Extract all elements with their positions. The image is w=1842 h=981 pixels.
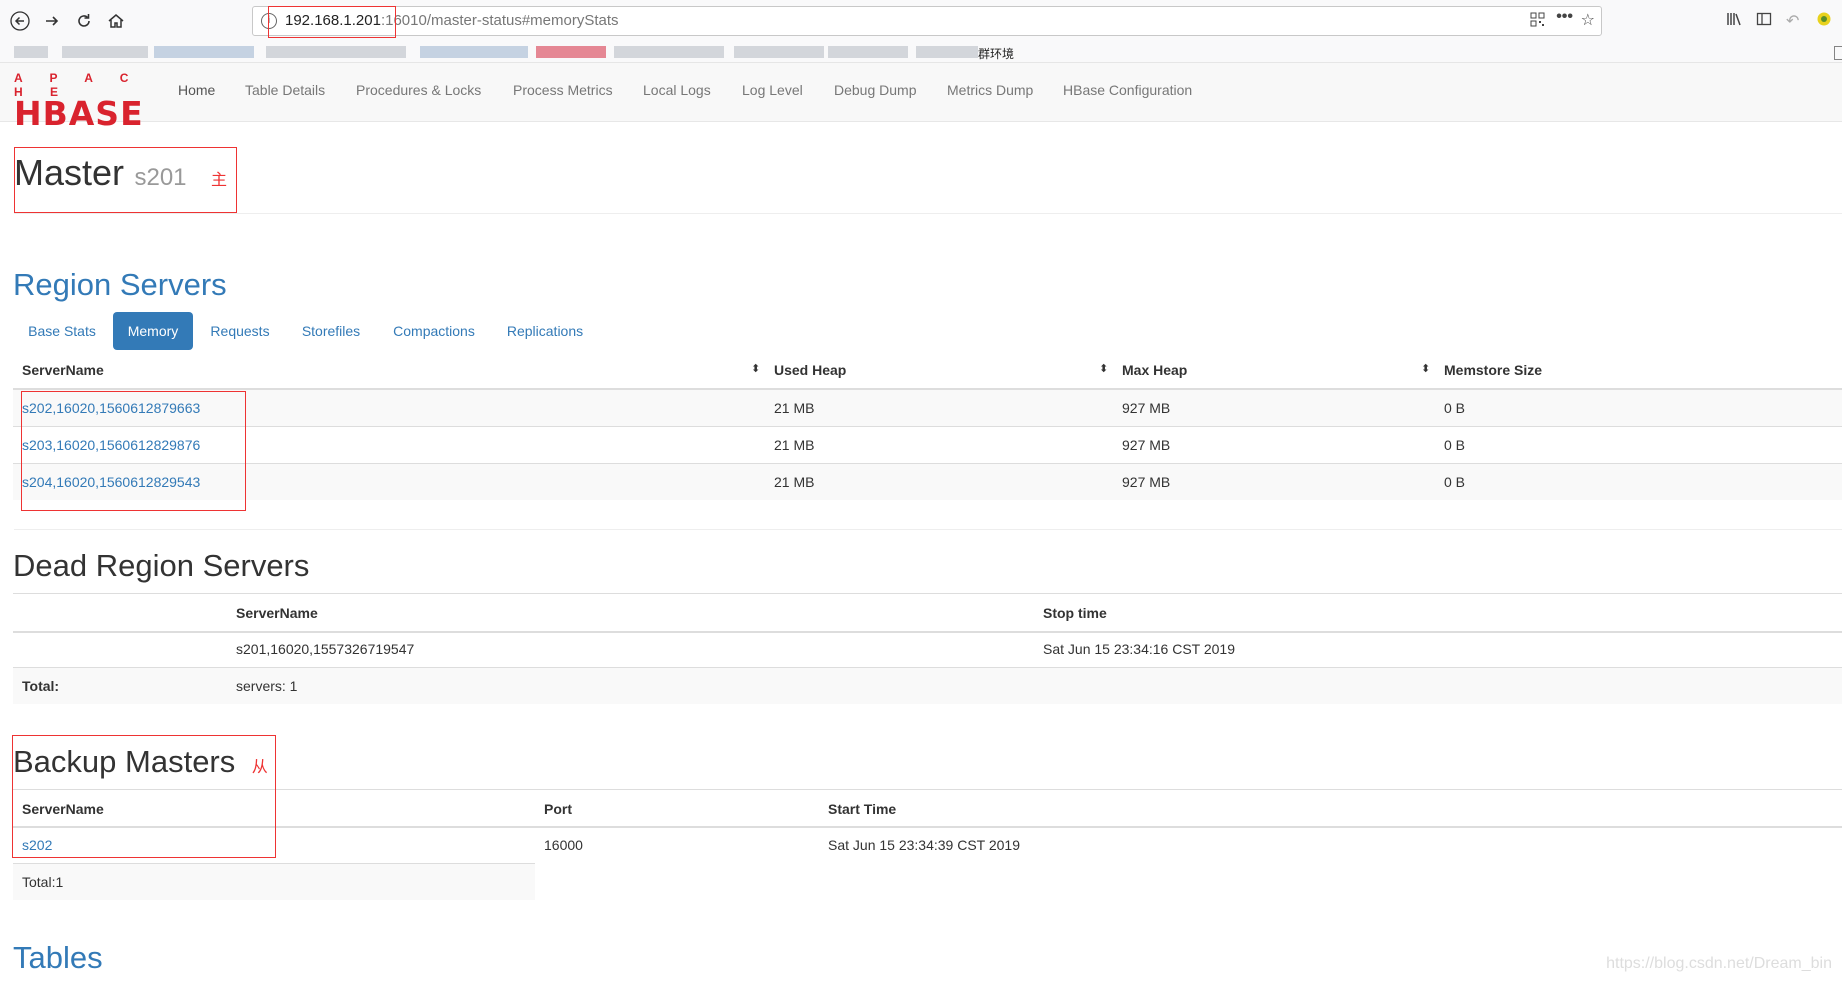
nav-debug-dump[interactable]: Debug Dump xyxy=(834,82,917,98)
library-icon[interactable] xyxy=(1726,11,1742,32)
max-heap-value: 927 MB xyxy=(1122,437,1171,453)
logo-hbase-text: HBASE xyxy=(14,94,144,133)
table-header-divider xyxy=(13,826,1842,828)
bookmark-blurred[interactable] xyxy=(536,46,606,58)
backup-master-start-time: Sat Jun 15 23:34:39 CST 2019 xyxy=(828,837,1020,853)
table-row xyxy=(13,390,1842,426)
sort-icon[interactable]: ⬍ xyxy=(1099,362,1108,375)
column-header-stop-time: Stop time xyxy=(1043,605,1107,621)
max-heap-value: 927 MB xyxy=(1122,400,1171,416)
total-label: Total: xyxy=(22,678,60,694)
home-icon xyxy=(108,14,124,28)
column-header-memstore-size[interactable]: Memstore Size xyxy=(1444,362,1542,378)
forward-button[interactable] xyxy=(40,9,64,33)
watermark: https://blog.csdn.net/Dream_bin xyxy=(1606,955,1832,972)
column-header-max-heap[interactable]: Max Heap xyxy=(1122,362,1187,378)
bookmark-star-icon[interactable]: ☆ xyxy=(1581,10,1595,30)
reload-icon xyxy=(78,14,90,27)
bookmark-blurred[interactable] xyxy=(828,46,908,58)
hbase-navbar: A P A C H E HBASE Home Table Details Pro… xyxy=(0,63,1842,130)
overflow-icon[interactable] xyxy=(1834,46,1842,60)
tab-requests[interactable]: Requests xyxy=(199,312,281,350)
column-header-servername: ServerName xyxy=(236,605,318,621)
home-button[interactable] xyxy=(104,9,128,33)
bookmark-blurred[interactable] xyxy=(62,46,148,58)
backup-master-port: 16000 xyxy=(544,837,583,853)
browser-toolbar: i 192.168.1.201:16010/master-status#memo… xyxy=(0,0,1842,43)
table-header-divider xyxy=(13,631,1842,633)
used-heap-value: 21 MB xyxy=(774,474,815,490)
bookmark-blurred[interactable] xyxy=(266,46,406,58)
table-top-border xyxy=(13,593,1842,594)
url-path: master-status#memoryStats xyxy=(430,12,619,29)
memstore-value: 0 B xyxy=(1444,400,1466,416)
reload-button[interactable] xyxy=(72,9,96,33)
max-heap-value: 927 MB xyxy=(1122,474,1171,490)
column-header-used-heap[interactable]: Used Heap xyxy=(774,362,846,378)
nav-local-logs[interactable]: Local Logs xyxy=(643,82,711,98)
undo-icon[interactable]: ↶ xyxy=(1786,11,1799,31)
table-row xyxy=(13,464,1842,500)
bookmark-blurred[interactable] xyxy=(154,46,254,58)
more-options-icon[interactable]: ••• xyxy=(1556,8,1573,26)
url-annotation-box xyxy=(268,6,396,38)
used-heap-value: 21 MB xyxy=(774,437,815,453)
tab-base-stats[interactable]: Base Stats xyxy=(13,312,111,350)
column-header-port: Port xyxy=(544,801,572,817)
bookmark-blurred[interactable] xyxy=(916,46,978,58)
back-arrow-icon xyxy=(10,11,30,31)
forward-arrow-icon xyxy=(46,16,59,26)
nav-hbase-configuration[interactable]: HBase Configuration xyxy=(1063,82,1192,98)
total-value: servers: 1 xyxy=(236,678,298,694)
sort-icon[interactable]: ⬍ xyxy=(751,362,760,375)
qr-code-icon[interactable] xyxy=(1530,12,1545,32)
divider xyxy=(14,213,1842,214)
bookmark-blurred[interactable] xyxy=(14,46,48,58)
nav-metrics-dump[interactable]: Metrics Dump xyxy=(947,82,1033,98)
backup-masters-annotation-box xyxy=(12,735,276,858)
tab-replications[interactable]: Replications xyxy=(497,312,593,350)
back-button[interactable] xyxy=(8,9,32,33)
sidebar-icon[interactable] xyxy=(1756,11,1772,32)
memstore-value: 0 B xyxy=(1444,474,1466,490)
dead-region-servers-title: Dead Region Servers xyxy=(13,548,310,583)
url-bar[interactable]: i 192.168.1.201:16010/master-status#memo… xyxy=(252,6,1602,36)
bookmarks-bar: 群环境 xyxy=(0,42,1842,63)
dead-server-stop-time: Sat Jun 15 23:34:16 CST 2019 xyxy=(1043,641,1235,657)
bookmark-blurred[interactable] xyxy=(734,46,824,58)
nav-home[interactable]: Home xyxy=(178,82,215,98)
nav-table-details[interactable]: Table Details xyxy=(245,82,325,98)
table-row xyxy=(13,864,535,900)
extension-icon[interactable] xyxy=(1816,11,1832,32)
hbase-logo[interactable]: A P A C H E HBASE xyxy=(14,71,150,130)
memstore-value: 0 B xyxy=(1444,437,1466,453)
tables-title[interactable]: Tables xyxy=(13,940,103,976)
bookmark-blurred[interactable] xyxy=(614,46,724,58)
tab-storefiles[interactable]: Storefiles xyxy=(290,312,372,350)
used-heap-value: 21 MB xyxy=(774,400,815,416)
master-annotation-box xyxy=(14,147,237,213)
backup-masters-total: Total:1 xyxy=(22,874,64,890)
region-servers-annotation-box xyxy=(21,391,246,511)
tab-memory[interactable]: Memory xyxy=(113,312,193,350)
nav-process-metrics[interactable]: Process Metrics xyxy=(513,82,613,98)
table-row xyxy=(13,427,1842,463)
nav-procedures-locks[interactable]: Procedures & Locks xyxy=(356,82,481,98)
column-header-start-time: Start Time xyxy=(828,801,897,817)
region-servers-title[interactable]: Region Servers xyxy=(13,267,227,303)
sort-icon[interactable]: ⬍ xyxy=(1421,362,1430,375)
divider xyxy=(14,529,1842,530)
bookmark-blurred[interactable] xyxy=(420,46,528,58)
table-top-border xyxy=(13,789,1842,790)
column-header-servername[interactable]: ServerName xyxy=(22,362,104,378)
bookmark-label[interactable]: 群环境 xyxy=(978,45,1014,62)
nav-log-level[interactable]: Log Level xyxy=(742,82,803,98)
dead-server-name: s201,16020,1557326719547 xyxy=(236,641,415,657)
tab-compactions[interactable]: Compactions xyxy=(385,312,483,350)
